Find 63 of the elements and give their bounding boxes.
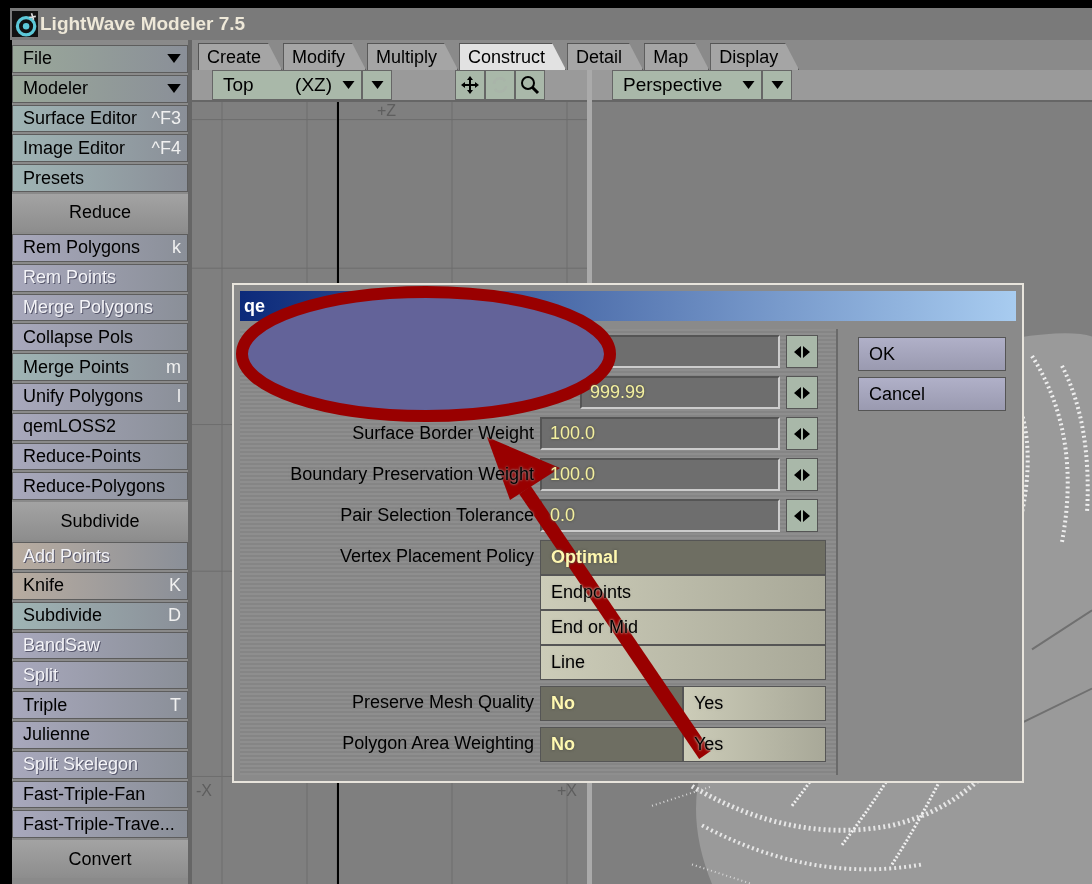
section-header: Reduce — [12, 194, 188, 232]
tool-button[interactable]: Presets — [12, 164, 188, 192]
view-dropdown[interactable]: Top (XZ) — [212, 70, 362, 100]
field-label: Surface Border Weight — [352, 423, 534, 443]
tool-button[interactable]: Julienne — [12, 720, 188, 749]
tab[interactable]: Modify — [283, 43, 367, 70]
caret-icon — [370, 81, 384, 89]
slider-arrows-icon[interactable] — [786, 499, 818, 532]
spiral-logo-icon — [12, 11, 38, 37]
field-label: Vertex Placement Policy — [339, 546, 534, 566]
section-header: Convert — [12, 840, 188, 879]
tab[interactable]: Display — [710, 43, 800, 70]
menu-dropdown[interactable]: File — [12, 45, 188, 73]
dropdown-button[interactable] — [362, 70, 392, 100]
slider-arrows-icon[interactable] — [786, 376, 818, 409]
number-field[interactable]: 100.0 — [540, 458, 780, 491]
caret-icon — [770, 81, 784, 89]
zoom-icon[interactable] — [515, 70, 545, 100]
tool-button[interactable]: Rem Polygons k — [12, 234, 188, 262]
toggle-button[interactable]: Yes — [683, 686, 826, 721]
tab[interactable]: Detail — [567, 43, 644, 70]
slider-arrows-icon[interactable] — [786, 417, 818, 450]
option-button[interactable]: Line — [540, 645, 826, 680]
tool-button[interactable]: Reduce-Polygons — [12, 472, 188, 501]
caret-icon — [742, 81, 755, 89]
move-icon[interactable] — [455, 70, 485, 100]
caret-icon — [342, 81, 355, 89]
dropdown-button[interactable] — [762, 70, 792, 100]
tool-button[interactable]: Fast-Triple-Trave... — [12, 810, 188, 839]
view-dropdown[interactable]: Perspective — [612, 70, 762, 100]
caret-icon — [167, 84, 181, 94]
number-field[interactable]: 999.99 — [580, 376, 780, 409]
dialog-button[interactable]: OK — [858, 337, 1006, 371]
field-label: Polygon Area Weighting — [342, 733, 534, 753]
window-title: LightWave Modeler 7.5 — [40, 13, 246, 35]
tool-button[interactable]: Reduce-Points — [12, 442, 188, 471]
tool-button[interactable]: Unify Polygons l — [12, 382, 188, 411]
tab[interactable]: Map — [644, 43, 710, 70]
tool-button[interactable]: qemLOSS2 — [12, 412, 188, 441]
tab[interactable]: Construct — [459, 43, 567, 70]
tool-button[interactable]: Fast-Triple-Fan — [12, 780, 188, 809]
tool-button[interactable]: Knife K — [12, 571, 188, 600]
slider-arrows-icon[interactable] — [786, 335, 818, 368]
caret-icon — [167, 54, 181, 64]
tool-button[interactable]: Triple T — [12, 691, 188, 719]
field-label: Pair Selection Tolerance — [340, 505, 534, 525]
toggle-button[interactable]: No — [540, 727, 683, 762]
tab[interactable]: Multiply — [367, 43, 459, 70]
dialog-button[interactable]: Cancel — [858, 377, 1006, 411]
menu-dropdown[interactable]: Modeler — [12, 74, 188, 103]
tab[interactable]: Create — [198, 43, 283, 70]
tool-button[interactable]: Image Editor ^F4 — [12, 134, 188, 163]
number-field[interactable]: 0.0 — [540, 499, 780, 532]
section-header: Subdivide — [12, 502, 188, 541]
number-field[interactable] — [606, 335, 780, 368]
tool-button[interactable]: Surface Editor ^F3 — [12, 104, 188, 133]
tool-button[interactable]: Collapse Pols — [12, 323, 188, 352]
dialog-title: qe — [244, 295, 265, 317]
slider-arrows-icon[interactable] — [786, 458, 818, 491]
number-field[interactable]: 100.0 — [540, 417, 780, 450]
tool-button[interactable]: Merge Points m — [12, 353, 188, 381]
tool-button[interactable]: Subdivide D — [12, 601, 188, 630]
field-label: Preserve Mesh Quality — [351, 692, 534, 712]
